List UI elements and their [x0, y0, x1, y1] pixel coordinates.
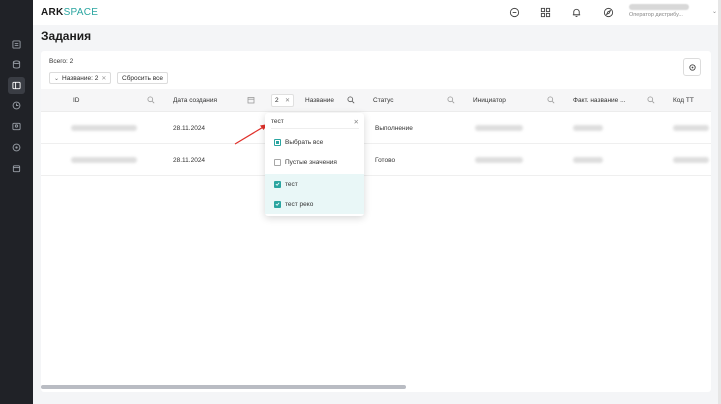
search-icon[interactable] — [547, 96, 555, 104]
list-icon[interactable] — [8, 36, 25, 53]
name-filter-count: 2 — [275, 97, 279, 104]
filter-search-value: тест — [271, 118, 284, 125]
clock-icon[interactable] — [8, 97, 25, 114]
tt-code-cell — [673, 112, 709, 144]
reset-all-button[interactable]: Сбросить все — [117, 72, 168, 84]
created-cell: 28.11.2024 — [173, 124, 206, 132]
column-header-status[interactable]: Статус — [373, 89, 394, 112]
tasks-card: Всего: 2 ⌄ Название: 2 ✕ Сбросить все ID… — [41, 51, 711, 392]
option-label: тест реко — [285, 200, 314, 208]
total-count: Всего: 2 — [49, 58, 74, 65]
checkbox-checked-icon[interactable] — [274, 200, 281, 208]
checkbox-icon[interactable] — [274, 158, 281, 166]
bell-icon[interactable] — [570, 6, 583, 19]
column-header-tt-code[interactable]: Код ТТ — [673, 89, 694, 112]
search-icon[interactable] — [647, 96, 655, 104]
option-select-all[interactable]: Выбрать все — [265, 132, 364, 152]
actual-name-cell — [573, 144, 603, 176]
panel-icon[interactable] — [8, 77, 25, 94]
option-label: тест — [285, 180, 298, 188]
table-settings-button[interactable] — [683, 58, 701, 76]
logo-part1: ARK — [41, 7, 64, 18]
actual-name-cell — [573, 112, 603, 144]
page-title: Задания — [41, 29, 92, 43]
filter-search-input[interactable]: тест ✕ — [271, 117, 359, 129]
calendar-icon[interactable] — [247, 96, 255, 104]
initiator-cell — [475, 144, 523, 176]
chevron-down-icon[interactable]: ⌄ — [712, 8, 717, 15]
id-cell — [71, 112, 137, 144]
id-cell — [71, 144, 137, 176]
column-header-id[interactable]: ID — [73, 89, 80, 112]
option-label: Пустые значения — [285, 158, 337, 166]
column-header-initiator[interactable]: Инициатор — [473, 89, 506, 112]
reset-all-label: Сбросить все — [122, 74, 163, 82]
gear-icon — [688, 63, 696, 71]
user-role: Оператор дистрибу... — [629, 12, 683, 18]
top-header: ARKSPACE Оператор дистрибу... ⌄ — [33, 0, 721, 25]
column-header-actual-name[interactable]: Факт. название ... — [573, 89, 626, 112]
initiator-cell — [475, 112, 523, 144]
checkbox-checked-icon[interactable] — [274, 180, 281, 188]
name-filter-dropdown: тест ✕ Выбрать все Пустые значения тест … — [265, 113, 364, 216]
column-header-created[interactable]: Дата создания — [173, 89, 217, 112]
name-filter-count-badge[interactable]: 2 ✕ — [271, 94, 294, 107]
column-header-name[interactable]: Название — [305, 89, 334, 112]
search-icon[interactable] — [147, 96, 155, 104]
close-icon[interactable]: ✕ — [354, 118, 359, 126]
user-name-blurred — [629, 4, 689, 10]
settings-icon[interactable] — [8, 139, 25, 156]
grid-icon[interactable] — [539, 6, 552, 19]
search-icon[interactable] — [447, 96, 455, 104]
sidebar — [0, 0, 33, 404]
calendar-icon[interactable] — [8, 160, 25, 177]
filter-chip-name[interactable]: ⌄ Название: 2 ✕ — [49, 72, 112, 84]
horizontal-scrollbar[interactable] — [41, 385, 406, 389]
database-icon[interactable] — [8, 56, 25, 73]
compass-icon[interactable] — [602, 6, 615, 19]
created-cell: 28.11.2024 — [173, 156, 206, 164]
option-empty-values[interactable]: Пустые значения — [265, 152, 364, 172]
close-icon[interactable]: ✕ — [101, 75, 106, 82]
chat-icon[interactable] — [508, 6, 521, 19]
chevron-down-icon: ⌄ — [54, 75, 60, 82]
checkbox-partial-icon[interactable] — [274, 138, 281, 146]
filter-chip-label: Название: 2 — [62, 74, 99, 82]
close-icon[interactable]: ✕ — [285, 97, 290, 104]
user-menu[interactable]: Оператор дистрибу... — [629, 4, 707, 22]
logo-part2: SPACE — [63, 7, 99, 18]
table-header: ID Дата создания 2 ✕ Название Статус Ини… — [41, 89, 711, 112]
status-cell: Готово — [375, 156, 396, 164]
table-row[interactable]: 28.11.2024 Выполнение — [41, 112, 711, 144]
option-label: Выбрать все — [285, 138, 324, 146]
search-icon[interactable] — [347, 96, 355, 104]
option-test-reko[interactable]: тест реко — [265, 194, 364, 214]
status-cell: Выполнение — [375, 124, 413, 132]
logo[interactable]: ARKSPACE — [41, 7, 98, 18]
option-test[interactable]: тест — [265, 174, 364, 194]
table-row[interactable]: 28.11.2024 Готово — [41, 144, 711, 176]
people-icon[interactable] — [8, 118, 25, 135]
tt-code-cell — [673, 144, 709, 176]
